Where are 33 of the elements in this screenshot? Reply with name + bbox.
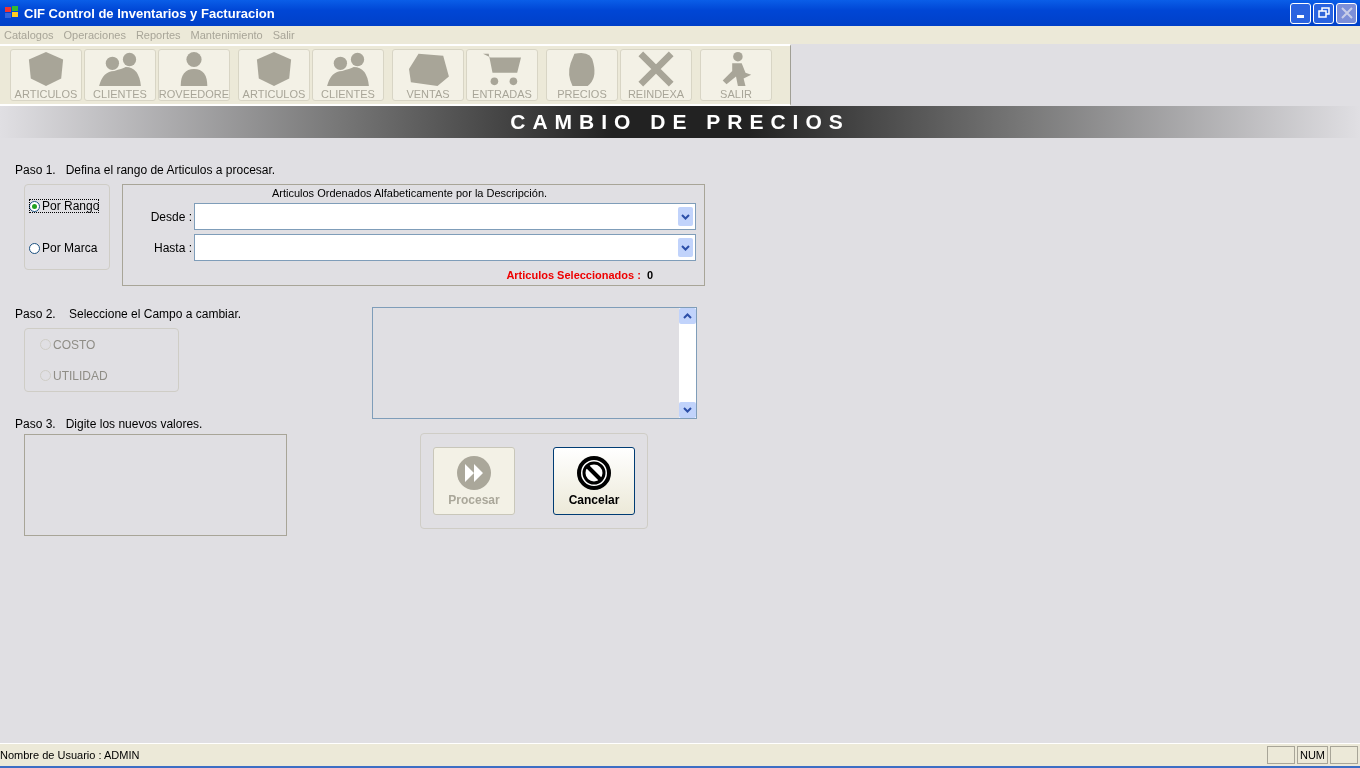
- radio-option[interactable]: Por Marca: [29, 241, 109, 255]
- scrollbar[interactable]: [679, 308, 696, 418]
- action-button[interactable]: Cancelar: [553, 447, 635, 515]
- count-value: 0: [646, 269, 653, 281]
- step-label: Paso 2. Seleccione el Campo a cambiar.: [15, 307, 243, 321]
- status-panel: [1330, 746, 1358, 764]
- window-logo-icon: [5, 6, 19, 20]
- close-button[interactable]: [1336, 2, 1357, 24]
- list-box[interactable]: [372, 307, 697, 419]
- scroll-down-icon[interactable]: [679, 402, 696, 418]
- field-label: Hasta :: [153, 240, 193, 255]
- prohibited-icon: [577, 455, 611, 490]
- step-label: Paso 3. Digite los nuevos valores.: [15, 417, 204, 431]
- step-label: Paso 1. Defina el rango de Articulos a procesar.: [15, 163, 277, 177]
- status-indicator: NUM: [1296, 746, 1328, 764]
- status-panel: [1266, 746, 1295, 764]
- minimize-icon: [1297, 15, 1304, 18]
- count-label: Articulos Seleccionados :: [506, 269, 641, 281]
- people-icon: [96, 50, 144, 88]
- window-title: CIF Control de Inventarios y Facturacion: [24, 5, 276, 21]
- status-text: Nombre de Usuario : ADMIN: [0, 749, 141, 761]
- minimize-button[interactable]: [1290, 2, 1311, 24]
- radio-option[interactable]: Por Rango: [29, 199, 100, 213]
- close-icon: [1340, 7, 1353, 19]
- panel-caption: Articulos Ordenados Alfabeticamente por la Descripción.: [270, 187, 549, 199]
- combo-box[interactable]: [194, 234, 696, 261]
- restore-button[interactable]: [1313, 2, 1334, 24]
- scroll-up-icon[interactable]: [679, 308, 696, 324]
- people-icon: [324, 50, 372, 88]
- combo-box[interactable]: [194, 203, 696, 230]
- field-label: Desde :: [149, 209, 193, 224]
- fast-forward-icon: [457, 455, 491, 490]
- restore-icon: [1317, 7, 1330, 19]
